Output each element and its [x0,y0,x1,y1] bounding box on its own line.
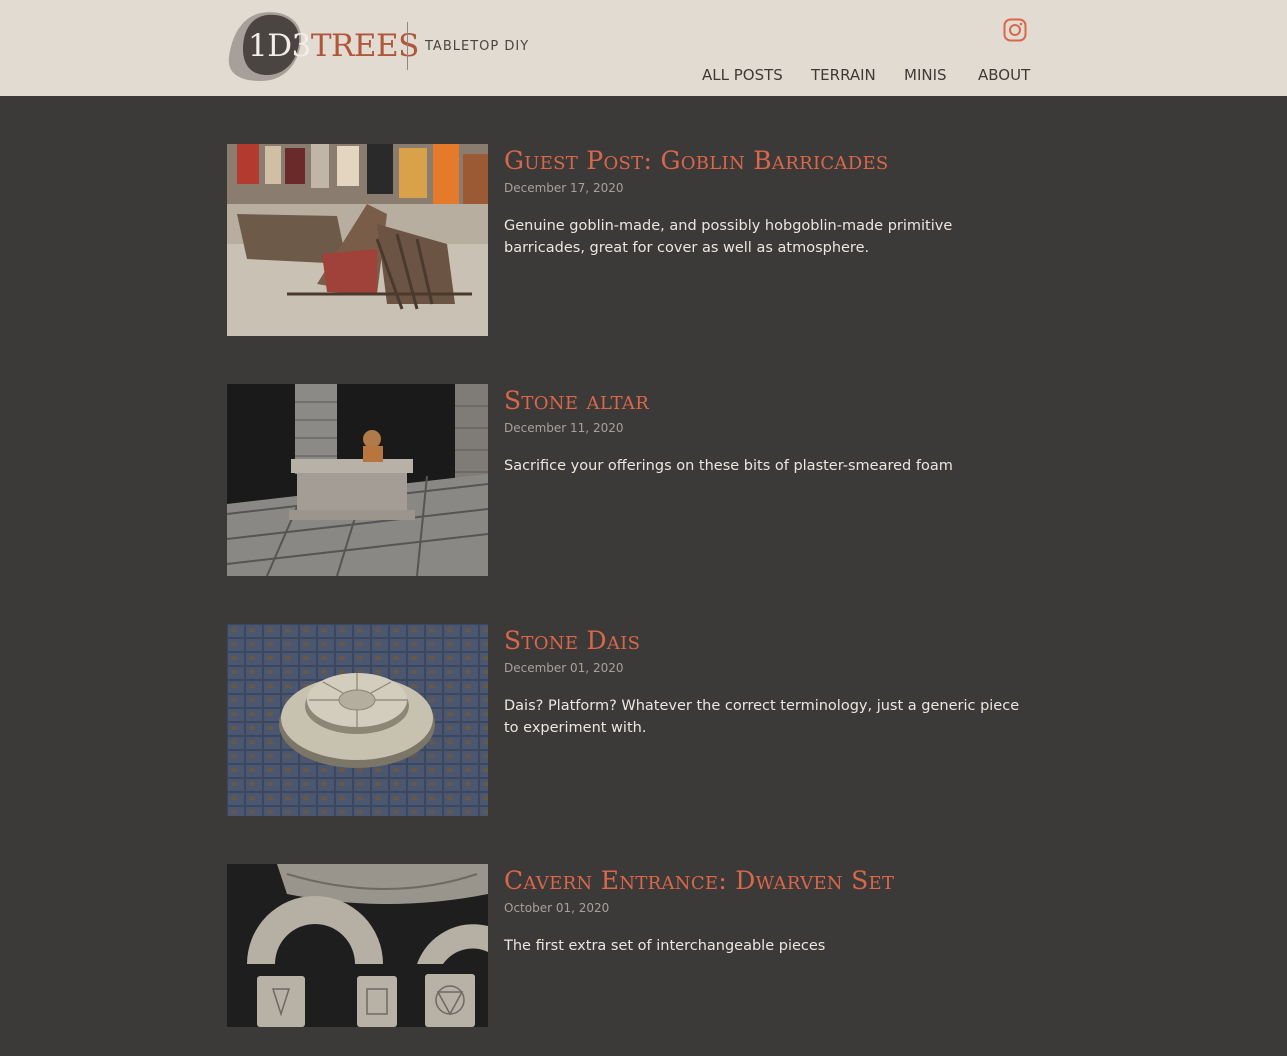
post-title[interactable]: Cavern Entrance: Dwarven Set [504,866,894,895]
post-item: Stone Dais December 01, 2020 Dais? Platf… [227,624,1027,816]
barricade-photo [227,144,488,336]
post-item: Stone altar December 11, 2020 Sacrifice … [227,384,1027,576]
dais-photo [227,624,488,816]
altar-photo [227,384,488,576]
post-date: December 11, 2020 [504,421,624,435]
nav-minis[interactable]: MINIS [904,66,947,84]
logo-text-part2: TREES [310,28,420,64]
post-item: Cavern Entrance: Dwarven Set October 01,… [227,864,1027,1056]
post-thumbnail[interactable] [227,624,488,816]
post-title[interactable]: Stone Dais [504,626,640,655]
post-thumbnail[interactable] [227,144,488,336]
post-item: Guest Post: Goblin Barricades December 1… [227,144,1027,336]
post-date: December 01, 2020 [504,661,624,675]
site-header: 1D3TREES TABLETOP DIY ALL POSTS TERRAIN … [0,0,1287,96]
nav-terrain[interactable]: TERRAIN [811,66,876,84]
post-excerpt: The first extra set of interchangeable p… [504,938,826,954]
instagram-icon[interactable] [1003,18,1027,42]
post-thumbnail[interactable] [227,384,488,576]
post-date: October 01, 2020 [504,901,610,915]
logo-divider [407,22,408,70]
site-tagline: TABLETOP DIY [425,39,530,54]
post-date: December 17, 2020 [504,181,624,195]
cavern-entrance-photo [227,864,488,1027]
post-excerpt: Genuine goblin-made, and possibly hobgob… [504,218,953,256]
post-thumbnail[interactable] [227,864,488,1027]
nav-all-posts[interactable]: ALL POSTS [702,66,783,84]
logo-wordmark: 1D3TREES [248,28,419,64]
post-title[interactable]: Guest Post: Goblin Barricades [504,146,889,175]
post-title[interactable]: Stone altar [504,386,649,415]
post-excerpt: Sacrifice your offerings on these bits o… [504,458,953,474]
nav-about[interactable]: ABOUT [978,66,1030,84]
logo-text-part1: 1D3 [248,28,311,64]
post-excerpt: Dais? Platform? Whatever the correct ter… [504,698,1020,736]
main-nav: ALL POSTS TERRAIN MINIS ABOUT [0,66,1287,88]
